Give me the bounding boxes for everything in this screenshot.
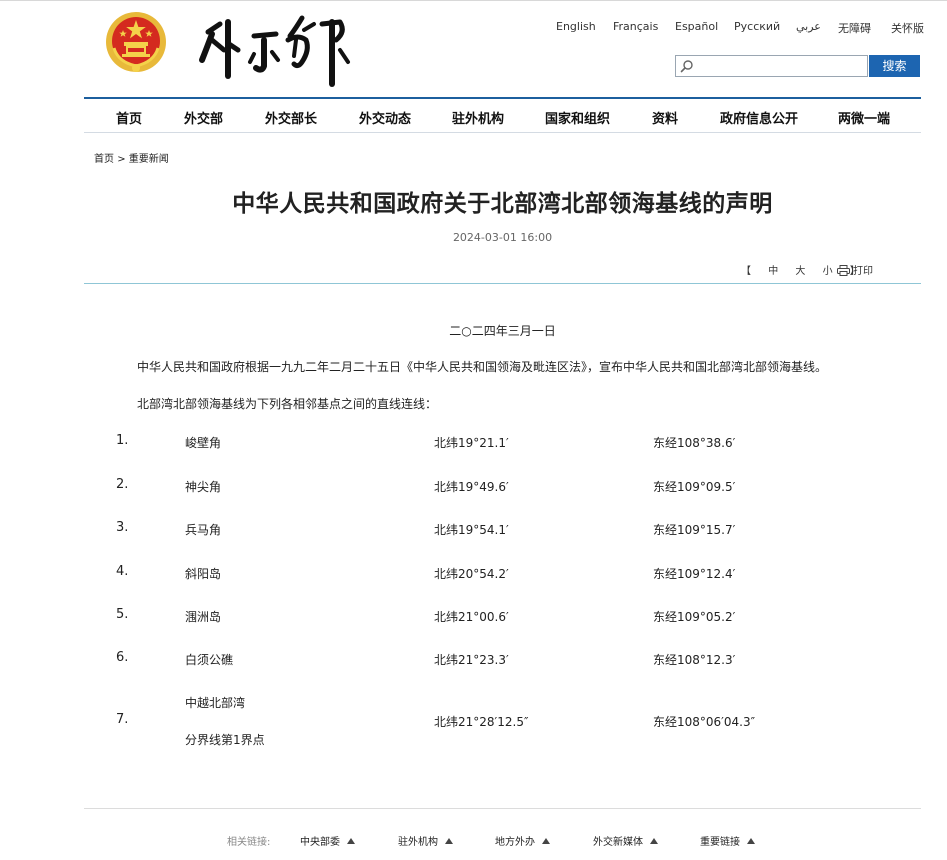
triangle-up-icon [747, 838, 755, 844]
triangle-up-icon [650, 838, 658, 844]
basepoint-name: 白须公礁 [185, 653, 234, 667]
footer-link-missions[interactable]: 驻外机构 [398, 833, 453, 848]
basepoint-name-line1: 中越北部湾 [185, 696, 246, 710]
footer-link-label: 驻外机构 [398, 837, 438, 848]
breadcrumb-home[interactable]: 首页 [94, 154, 114, 165]
printer-icon [837, 265, 850, 276]
nav-bottom-rule [84, 132, 921, 133]
national-emblem-icon [106, 12, 166, 72]
search-box [675, 55, 868, 77]
article-date: 二○二四年三月一日 [449, 324, 556, 338]
footer-link-label: 重要链接 [700, 837, 740, 848]
basepoint-longitude: 东经109°09.5′ [653, 480, 736, 494]
footer-link-important[interactable]: 重要链接 [700, 833, 755, 848]
footer-link-central-ministries[interactable]: 中央部委 [300, 833, 355, 848]
search-input[interactable] [696, 57, 864, 75]
footer-link-label: 中央部委 [300, 837, 340, 848]
basepoint-name: 兵马角 [185, 523, 222, 537]
nav-social-media[interactable]: 两微一端 [838, 108, 890, 127]
lang-arabic[interactable]: عربي [796, 20, 821, 33]
basepoint-name: 神尖角 [185, 480, 222, 494]
nav-resources[interactable]: 资料 [652, 108, 678, 127]
nav-minister[interactable]: 外交部长 [265, 108, 317, 127]
row-number: 7. [116, 712, 129, 727]
breadcrumb-current[interactable]: 重要新闻 [129, 154, 169, 165]
footer-link-label: 地方外办 [495, 837, 535, 848]
publish-date: 2024-03-01 16:00 [452, 231, 553, 244]
lang-english[interactable]: English [556, 20, 596, 33]
print-button[interactable]: 打印 [837, 262, 873, 277]
footer-rule [84, 808, 921, 809]
footer-link-label: 外交新媒体 [593, 837, 643, 848]
font-size-medium[interactable]: 中 [768, 266, 778, 277]
basepoint-name-line2: 分界线第1界点 [185, 733, 265, 747]
footer-link-new-media[interactable]: 外交新媒体 [593, 833, 658, 848]
basepoint-longitude: 东经108°06′04.3″ [653, 715, 756, 729]
nav-diplomatic-news[interactable]: 外交动态 [359, 108, 411, 127]
nav-top-rule [84, 97, 921, 99]
basepoint-latitude: 北纬19°49.6′ [434, 480, 509, 494]
intro-paragraph: 中华人民共和国政府根据一九九二年二月二十五日《中华人民共和国领海及毗连区法》，宣… [137, 360, 828, 374]
title-rule [84, 283, 921, 284]
basepoint-name: 涠洲岛 [185, 610, 222, 624]
nav-countries-orgs[interactable]: 国家和组织 [545, 108, 610, 127]
basepoint-longitude: 东经108°38.6′ [653, 436, 736, 450]
row-number: 5. [116, 607, 129, 622]
search-icon [680, 60, 693, 73]
basepoint-latitude: 北纬19°54.1′ [434, 523, 509, 537]
footer-link-local-fao[interactable]: 地方外办 [495, 833, 550, 848]
basepoint-latitude: 北纬19°21.1′ [434, 436, 509, 450]
baseline-list-intro: 北部湾北部领海基线为下列各相邻基点之间的直线连线： [137, 397, 438, 411]
row-number: 3. [116, 520, 129, 535]
lang-spanish[interactable]: Español [675, 20, 718, 33]
nav-ministry[interactable]: 外交部 [184, 108, 223, 127]
font-size-large[interactable]: 大 [795, 266, 805, 277]
basepoint-longitude: 东经109°05.2′ [653, 610, 736, 624]
search-button[interactable]: 搜索 [869, 55, 920, 77]
page-title: 中华人民共和国政府关于北部湾北部领海基线的声明 [232, 191, 773, 217]
lang-elder-care[interactable]: 关怀版 [891, 20, 924, 36]
triangle-up-icon [542, 838, 550, 844]
print-label: 打印 [853, 266, 873, 277]
lang-russian[interactable]: Русский [734, 20, 780, 33]
row-number: 2. [116, 477, 129, 492]
basepoint-longitude: 东经108°12.3′ [653, 653, 736, 667]
breadcrumb: 首页 > 重要新闻 [94, 150, 169, 165]
related-links-label: 相关链接: [227, 837, 271, 848]
ministry-calligraphy-logo [199, 15, 350, 87]
basepoint-name: 斜阳岛 [185, 567, 222, 581]
basepoint-latitude: 北纬20°54.2′ [434, 567, 509, 581]
basepoint-longitude: 东经109°12.4′ [653, 567, 736, 581]
row-number: 6. [116, 650, 129, 665]
basepoint-latitude: 北纬21°28′12.5″ [434, 715, 529, 729]
nav-gov-info[interactable]: 政府信息公开 [720, 108, 798, 127]
nav-home[interactable]: 首页 [116, 108, 142, 127]
triangle-up-icon [347, 838, 355, 844]
font-bracket-open: 【 [741, 266, 751, 277]
breadcrumb-separator: > [117, 154, 126, 165]
row-number: 4. [116, 564, 129, 579]
basepoint-longitude: 东经109°15.7′ [653, 523, 736, 537]
basepoint-name: 峻壁角 [185, 436, 222, 450]
basepoint-latitude: 北纬21°23.3′ [434, 653, 509, 667]
basepoint-latitude: 北纬21°00.6′ [434, 610, 509, 624]
triangle-up-icon [445, 838, 453, 844]
top-rule [0, 0, 947, 1]
lang-accessibility[interactable]: 无障碍 [838, 20, 871, 36]
lang-french[interactable]: Français [613, 20, 658, 33]
font-size-small[interactable]: 小 [823, 266, 833, 277]
row-number: 1. [116, 433, 129, 448]
nav-missions-overseas[interactable]: 驻外机构 [452, 108, 504, 127]
